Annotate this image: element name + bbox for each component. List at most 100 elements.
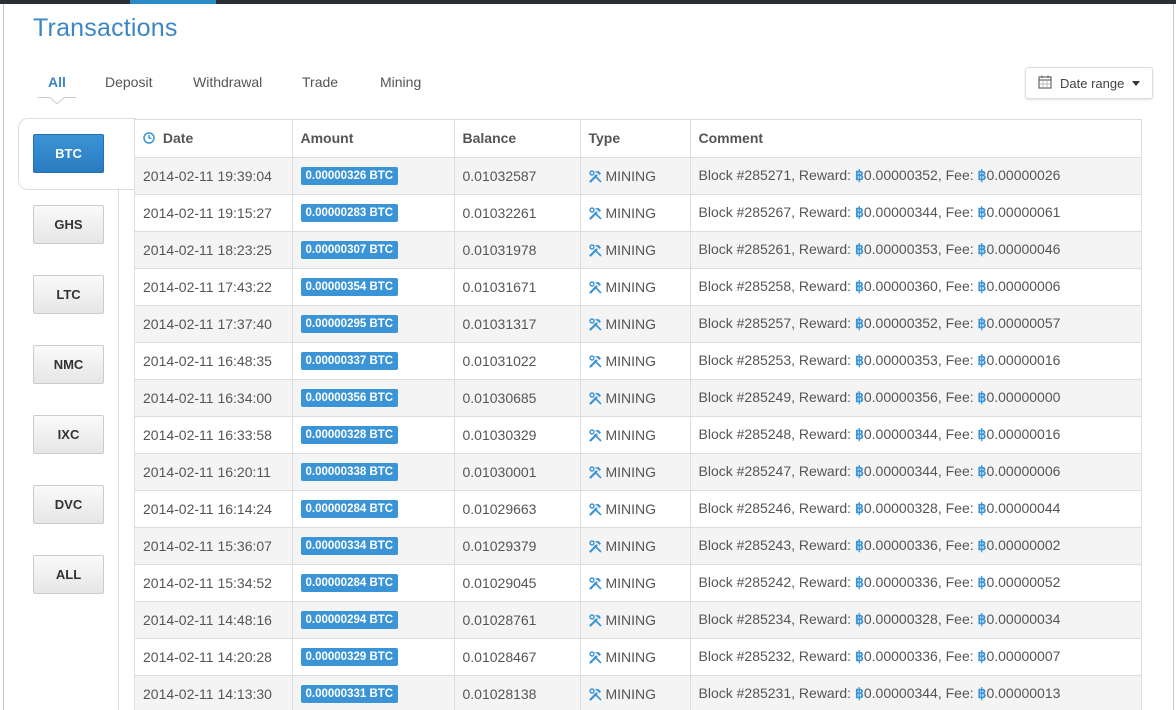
cell-type: MINING <box>580 416 691 454</box>
comment-block: Block #285261, <box>698 241 796 257</box>
amount-badge: 0.00000283 BTC <box>300 204 399 222</box>
cell-comment: Block #285234, Reward: ฿0.00000328, Fee:… <box>690 601 1141 639</box>
hammer-wrench-icon <box>588 168 606 184</box>
type-label: MINING <box>605 685 657 702</box>
comment-fee-value: 0.00000057 <box>986 315 1061 331</box>
amount-badge: 0.00000284 BTC <box>300 574 399 592</box>
bitcoin-icon: ฿ <box>854 685 864 701</box>
amount-badge: 0.00000331 BTC <box>300 685 399 703</box>
comment-reward-value: 0.00000344, <box>863 426 942 442</box>
cell-balance: 0.01029663 <box>454 490 581 528</box>
amount-badge: 0.00000294 BTC <box>300 611 399 629</box>
bitcoin-icon: ฿ <box>854 167 864 183</box>
tab-trade[interactable]: Trade <box>302 74 338 90</box>
cell-comment: Block #285249, Reward: ฿0.00000356, Fee:… <box>690 379 1141 417</box>
comment-fee-label: Fee: <box>945 574 974 590</box>
comment-block: Block #285257, <box>698 315 796 331</box>
cell-amount: 0.00000283 BTC <box>292 194 455 232</box>
comment-reward-label: Reward: <box>798 389 852 405</box>
column-header-balance[interactable]: Balance <box>454 120 581 158</box>
comment-fee-value: 0.00000000 <box>986 389 1061 405</box>
bitcoin-icon: ฿ <box>854 426 864 442</box>
comment-reward-value: 0.00000352, <box>863 167 942 183</box>
comment-reward-value: 0.00000336, <box>863 648 942 664</box>
comment-fee-label: Fee: <box>945 463 974 479</box>
cell-balance: 0.01032261 <box>454 194 581 232</box>
amount-badge: 0.00000338 BTC <box>300 463 399 481</box>
tab-deposit[interactable]: Deposit <box>105 74 152 90</box>
table-row: 2014-02-11 19:39:04 0.00000326 BTC 0.01032… <box>135 157 1141 195</box>
currency-ghs-button[interactable]: GHS <box>33 205 104 244</box>
comment-block: Block #285248, <box>698 426 796 442</box>
table-row: 2014-02-11 16:14:24 0.00000284 BTC 0.01029… <box>135 490 1141 528</box>
cell-amount: 0.00000284 BTC <box>292 490 455 528</box>
currency-all-button[interactable]: ALL <box>33 555 104 594</box>
table-row: 2014-02-11 15:34:52 0.00000284 BTC 0.01029… <box>135 564 1141 602</box>
hammer-wrench-icon <box>588 575 606 591</box>
comment-reward-label: Reward: <box>798 204 852 220</box>
hammer-wrench-icon <box>588 464 606 480</box>
caret-down-icon <box>1132 80 1141 86</box>
currency-ixc-button[interactable]: IXC <box>33 415 104 454</box>
column-header-amount[interactable]: Amount <box>292 120 455 158</box>
comment-reward-value: 0.00000353, <box>863 241 942 257</box>
bitcoin-icon: ฿ <box>854 537 864 553</box>
comment-reward-label: Reward: <box>798 167 852 183</box>
table-row: 2014-02-11 16:20:11 0.00000338 BTC 0.01030… <box>135 453 1141 491</box>
comment-block: Block #285267, <box>698 204 796 220</box>
tab-all[interactable]: All <box>48 74 66 90</box>
table-row: 2014-02-11 19:15:27 0.00000283 BTC 0.01032… <box>135 194 1141 232</box>
comment-reward-value: 0.00000353, <box>863 352 942 368</box>
currency-btc-button[interactable]: BTC <box>33 134 104 173</box>
cell-type: MINING <box>580 342 691 380</box>
type-label: MINING <box>605 204 657 221</box>
date-range-button[interactable]: Date range <box>1025 67 1153 99</box>
comment-reward-label: Reward: <box>798 241 852 257</box>
cell-comment: Block #285257, Reward: ฿0.00000352, Fee:… <box>690 305 1141 343</box>
cell-comment: Block #285261, Reward: ฿0.00000353, Fee:… <box>690 231 1141 269</box>
date-range-label: Date range <box>1060 75 1125 91</box>
comment-fee-label: Fee: <box>945 500 974 516</box>
type-label: MINING <box>605 500 657 517</box>
comment-reward-value: 0.00000356, <box>863 389 942 405</box>
hammer-wrench-icon <box>588 612 606 628</box>
page-title: Transactions <box>33 14 178 42</box>
cell-amount: 0.00000338 BTC <box>292 453 455 491</box>
type-label: MINING <box>605 241 657 258</box>
comment-fee-label: Fee: <box>945 685 974 701</box>
comment-fee-value: 0.00000044 <box>986 500 1061 516</box>
cell-comment: Block #285267, Reward: ฿0.00000344, Fee:… <box>690 194 1141 232</box>
cell-date: 2014-02-11 14:13:30 <box>135 675 293 710</box>
type-label: MINING <box>605 463 657 480</box>
comment-fee-value: 0.00000006 <box>986 463 1061 479</box>
calendar-icon <box>1038 75 1060 92</box>
cell-date: 2014-02-11 16:48:35 <box>135 342 293 380</box>
comment-reward-label: Reward: <box>798 685 852 701</box>
comment-reward-value: 0.00000344, <box>863 204 942 220</box>
column-header-type[interactable]: Type <box>580 120 691 158</box>
comment-fee-label: Fee: <box>945 648 974 664</box>
hammer-wrench-icon <box>588 427 606 443</box>
amount-badge: 0.00000295 BTC <box>300 315 399 333</box>
tab-withdrawal[interactable]: Withdrawal <box>193 74 262 90</box>
bitcoin-icon: ฿ <box>854 315 864 331</box>
bitcoin-icon: ฿ <box>854 648 864 664</box>
cell-amount: 0.00000334 BTC <box>292 527 455 565</box>
column-header-comment[interactable]: Comment <box>690 120 1141 158</box>
cell-type: MINING <box>580 527 691 565</box>
currency-nmc-button[interactable]: NMC <box>33 345 104 384</box>
hammer-wrench-icon <box>588 316 606 332</box>
comment-reward-value: 0.00000344, <box>863 463 942 479</box>
currency-dvc-button[interactable]: DVC <box>33 485 104 524</box>
cell-date: 2014-02-11 16:34:00 <box>135 379 293 417</box>
column-header-date[interactable]: Date <box>135 120 293 158</box>
tab-mining[interactable]: Mining <box>380 74 421 90</box>
type-label: MINING <box>605 352 657 369</box>
currency-ltc-button[interactable]: LTC <box>33 275 104 314</box>
column-header-date-label: Date <box>162 130 194 147</box>
comment-block: Block #285232, <box>698 648 796 664</box>
cell-date: 2014-02-11 15:34:52 <box>135 564 293 602</box>
amount-badge: 0.00000307 BTC <box>300 241 399 259</box>
hammer-wrench-icon <box>588 279 606 295</box>
comment-fee-label: Fee: <box>945 611 974 627</box>
